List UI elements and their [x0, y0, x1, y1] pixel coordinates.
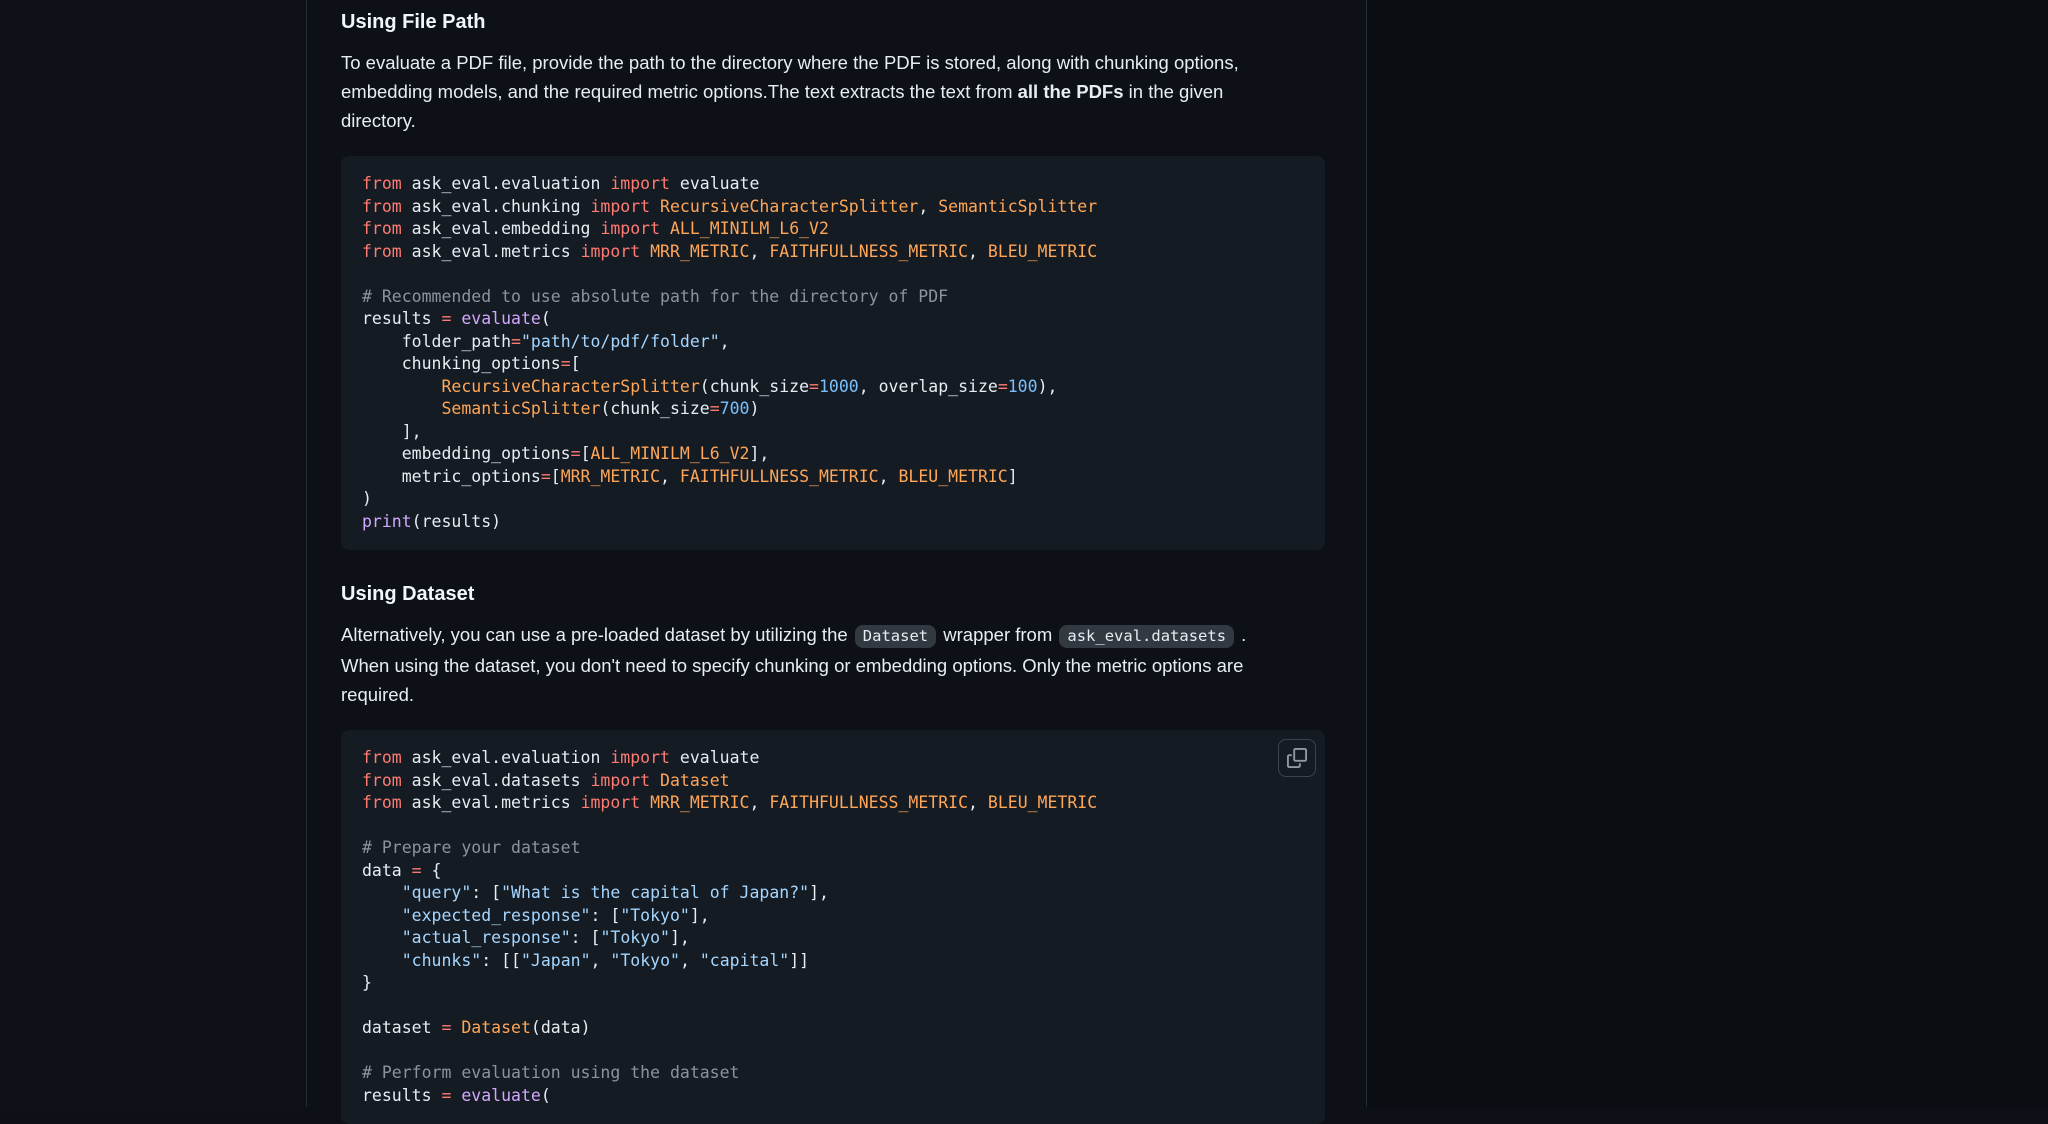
code-line: ], [362, 421, 1304, 444]
code-line: dataset = Dataset(data) [362, 1017, 1304, 1040]
code-line: ) [362, 488, 1304, 511]
code-block-dataset: from ask_eval.evaluation import evaluate… [341, 730, 1325, 1124]
code-block-file-path: from ask_eval.evaluation import evaluate… [341, 156, 1325, 550]
code-line: results = evaluate( [362, 1085, 1304, 1108]
text-line: directory. [341, 106, 1325, 135]
code-content-file-path: from ask_eval.evaluation import evaluate… [341, 156, 1325, 550]
code-line: } [362, 972, 1304, 995]
code-line: RecursiveCharacterSplitter(chunk_size=10… [362, 376, 1304, 399]
code-line [362, 815, 1304, 838]
inline-code: Dataset [855, 625, 936, 648]
code-line: from ask_eval.chunking import RecursiveC… [362, 196, 1304, 219]
code-line: embedding_options=[ALL_MINILM_L6_V2], [362, 443, 1304, 466]
code-line: "query": ["What is the capital of Japan?… [362, 882, 1304, 905]
code-line [362, 263, 1304, 286]
copy-button[interactable] [1278, 739, 1316, 777]
text-line: required. [341, 680, 1325, 709]
code-line: # Perform evaluation using the dataset [362, 1062, 1304, 1085]
code-line: from ask_eval.evaluation import evaluate [362, 173, 1304, 196]
code-line: chunking_options=[ [362, 353, 1304, 376]
paragraph-dataset: Alternatively, you can use a pre-loaded … [341, 620, 1325, 709]
text-line: Alternatively, you can use a pre-loaded … [341, 620, 1325, 651]
code-line: # Prepare your dataset [362, 837, 1304, 860]
inline-code: ask_eval.datasets [1059, 625, 1234, 648]
section-heading-using-file-path: Using File Path [341, 9, 1325, 35]
code-line: print(results) [362, 511, 1304, 534]
code-line [362, 995, 1304, 1018]
code-line: # Recommended to use absolute path for t… [362, 286, 1304, 309]
left-rail [0, 0, 307, 1107]
readme-article: Using File Path To evaluate a PDF file, … [341, 0, 1325, 1124]
code-line: from ask_eval.metrics import MRR_METRIC,… [362, 792, 1304, 815]
code-line: from ask_eval.datasets import Dataset [362, 770, 1304, 793]
code-line: from ask_eval.embedding import ALL_MINIL… [362, 218, 1304, 241]
code-line: from ask_eval.metrics import MRR_METRIC,… [362, 241, 1304, 264]
code-line: metric_options=[MRR_METRIC, FAITHFULLNES… [362, 466, 1304, 489]
page: Using File Path To evaluate a PDF file, … [0, 0, 2048, 1107]
code-line: folder_path="path/to/pdf/folder", [362, 331, 1304, 354]
code-line: data = { [362, 860, 1304, 883]
copy-icon [1287, 748, 1307, 768]
text-line: To evaluate a PDF file, provide the path… [341, 48, 1325, 77]
code-line [362, 1040, 1304, 1063]
code-line: from ask_eval.evaluation import evaluate [362, 747, 1304, 770]
code-line: "expected_response": ["Tokyo"], [362, 905, 1304, 928]
readme-content-pane: Using File Path To evaluate a PDF file, … [307, 0, 1367, 1107]
right-pane [1367, 0, 2048, 1107]
code-line: "actual_response": ["Tokyo"], [362, 927, 1304, 950]
section-heading-using-dataset: Using Dataset [341, 581, 1325, 607]
text-line: When using the dataset, you don't need t… [341, 651, 1325, 680]
code-line: "chunks": [["Japan", "Tokyo", "capital"]… [362, 950, 1304, 973]
paragraph-file-path: To evaluate a PDF file, provide the path… [341, 48, 1325, 135]
text-line: embedding models, and the required metri… [341, 77, 1325, 106]
code-content-dataset: from ask_eval.evaluation import evaluate… [341, 730, 1325, 1124]
code-line: results = evaluate( [362, 308, 1304, 331]
code-line: SemanticSplitter(chunk_size=700) [362, 398, 1304, 421]
